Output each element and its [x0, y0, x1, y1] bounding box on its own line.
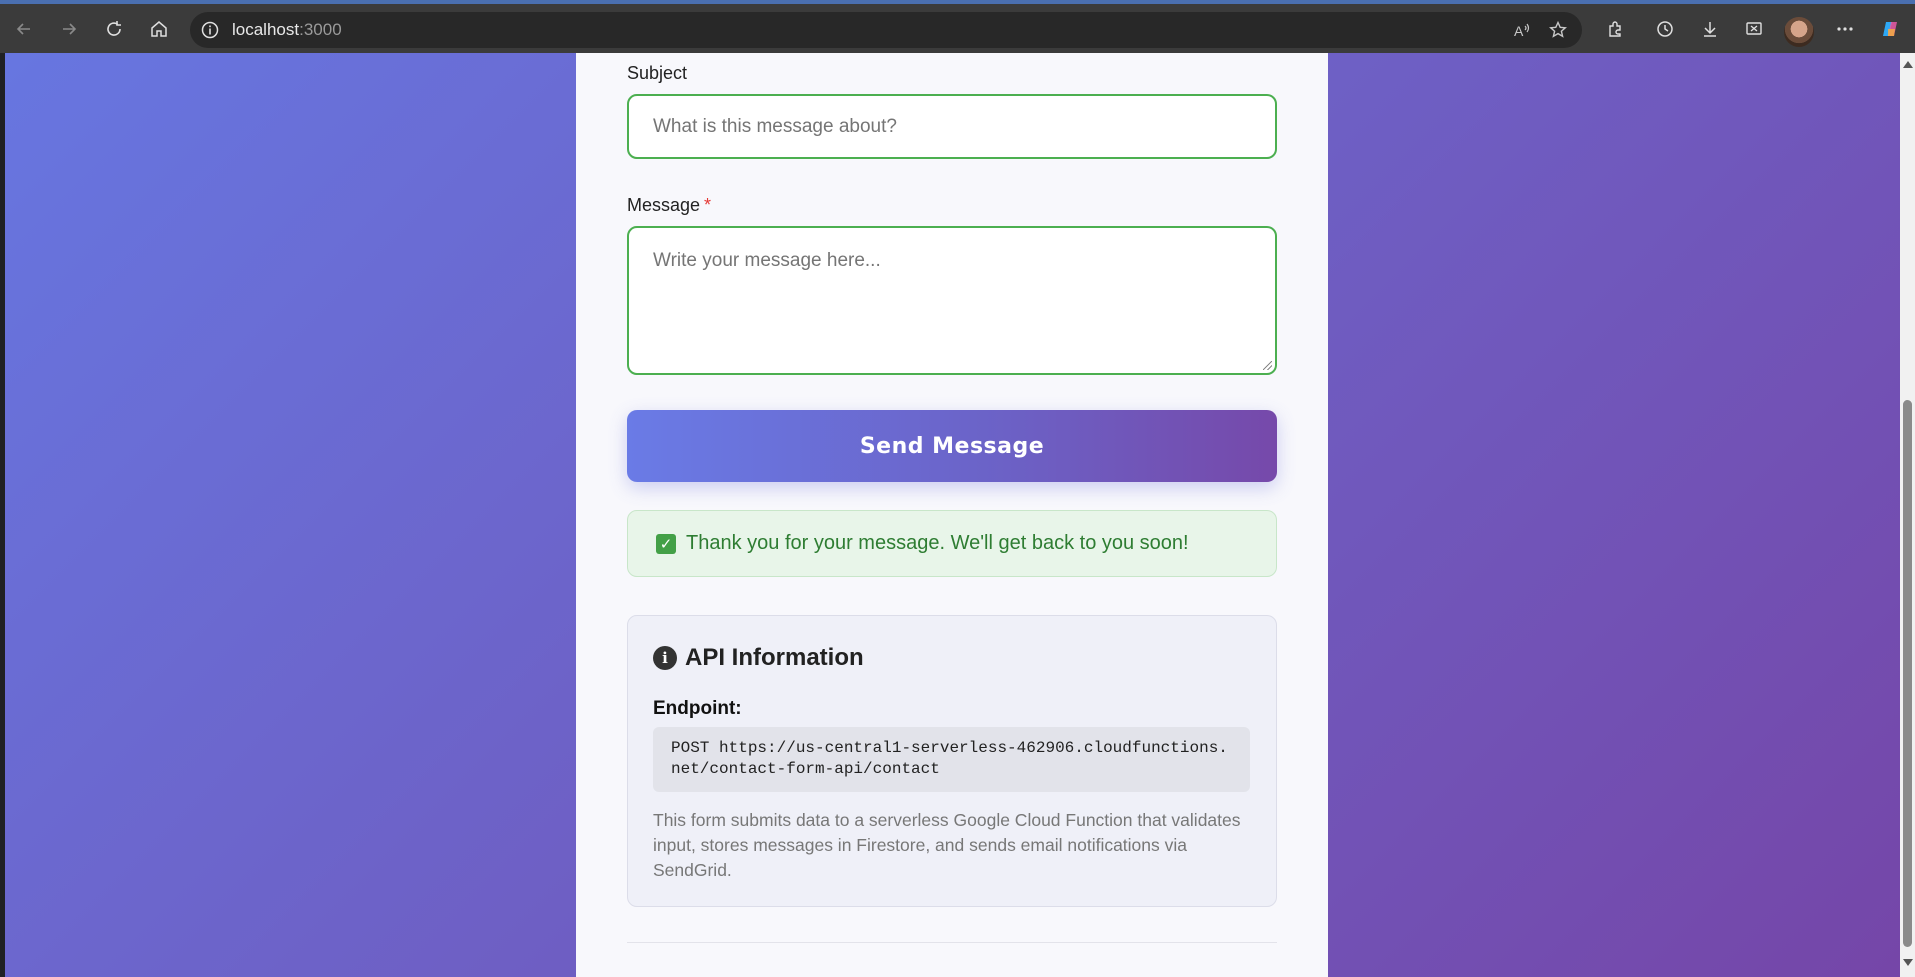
browser-toolbar: localhost:3000 A [0, 4, 1915, 53]
reload-icon[interactable] [100, 15, 128, 43]
screenshot-icon[interactable] [1740, 15, 1768, 43]
scroll-up-arrow-icon[interactable] [1903, 61, 1913, 68]
api-information-panel: i API Information Endpoint: POST https:/… [627, 615, 1277, 907]
subject-placeholder: What is this message about? [653, 116, 897, 137]
site-info-icon[interactable] [200, 20, 220, 40]
footer-divider [627, 942, 1277, 943]
url-text: localhost:3000 [232, 20, 342, 39]
textarea-resize-handle[interactable] [1263, 361, 1272, 370]
endpoint-label: Endpoint: [653, 698, 742, 719]
scrollbar-thumb[interactable] [1903, 400, 1912, 947]
extensions-icon[interactable] [1601, 15, 1629, 43]
message-label: Message * [627, 195, 712, 215]
favorite-star-icon[interactable] [1544, 16, 1572, 44]
check-mark-icon: ✓ [656, 533, 676, 554]
page-background: Subject What is this message about? Mess… [5, 53, 1900, 977]
address-bar[interactable]: localhost:3000 A [190, 12, 1582, 48]
api-title: API Information [685, 644, 864, 671]
subject-input[interactable]: What is this message about? [627, 94, 1277, 159]
more-menu-icon[interactable] [1831, 15, 1859, 43]
scroll-down-arrow-icon[interactable] [1903, 959, 1913, 966]
page-scrollbar[interactable] [1900, 53, 1915, 977]
back-icon[interactable] [10, 15, 38, 43]
message-textarea[interactable]: Write your message here... [627, 226, 1277, 375]
subject-label: Subject [627, 63, 688, 83]
read-aloud-icon[interactable]: A [1508, 16, 1536, 44]
api-description: This form submits data to a serverless G… [653, 810, 1241, 880]
profile-avatar[interactable] [1784, 17, 1814, 47]
message-placeholder: Write your message here... [653, 250, 881, 271]
forward-icon[interactable] [55, 15, 83, 43]
svg-text:A: A [1514, 23, 1524, 39]
downloads-icon[interactable] [1696, 15, 1724, 43]
required-asterisk: * [704, 195, 712, 215]
success-text: Thank you for your message. We'll get ba… [686, 532, 1189, 554]
info-icon: i [653, 646, 677, 670]
contact-form-card: Subject What is this message about? Mess… [576, 53, 1328, 977]
endpoint-code: POST https://us-central1-serverless-4629… [653, 727, 1250, 792]
api-title-row: i API Information [653, 644, 864, 672]
success-message: ✓ Thank you for your message. We'll get … [627, 510, 1277, 577]
send-message-button[interactable]: Send Message [627, 410, 1277, 482]
history-icon[interactable] [1651, 15, 1679, 43]
copilot-icon[interactable] [1876, 15, 1904, 43]
home-icon[interactable] [145, 15, 173, 43]
